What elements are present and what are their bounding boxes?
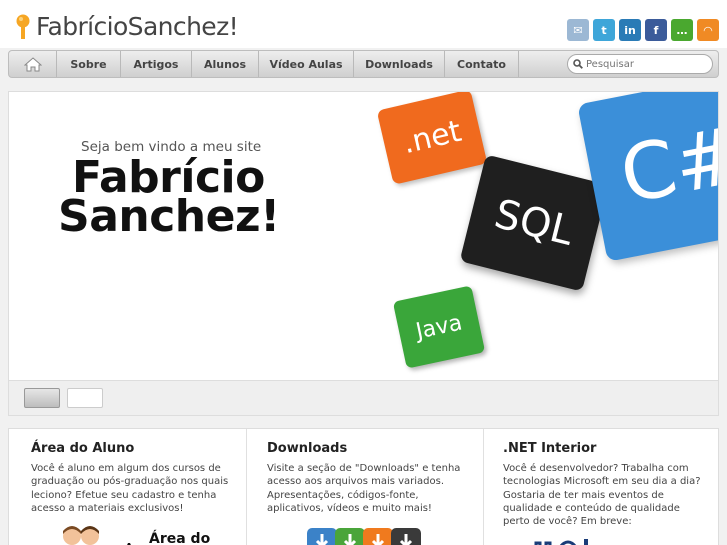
nav-item-downloads[interactable]: Downloads bbox=[354, 51, 445, 77]
site-logo[interactable]: FabrícioSanchez! bbox=[16, 12, 239, 41]
rss-icon[interactable]: ◠ bbox=[697, 19, 719, 41]
card-area-aluno[interactable]: Área do Aluno Você é aluno em algum dos … bbox=[9, 429, 246, 545]
home-icon bbox=[23, 56, 42, 71]
twitter-icon[interactable]: t bbox=[593, 19, 615, 41]
dotnet-tile: .net bbox=[376, 92, 488, 185]
hero-name-last: Sanchez! bbox=[58, 191, 280, 242]
nav-item-contato[interactable]: Contato bbox=[445, 51, 519, 77]
card-title: .NET Interior bbox=[503, 441, 597, 456]
area-aluno-caption: Área do bbox=[149, 531, 211, 545]
facebook-icon[interactable]: f bbox=[645, 19, 667, 41]
slide-dot-2[interactable] bbox=[67, 388, 103, 408]
card-text: Você é aluno em algum dos cursos de grad… bbox=[31, 463, 229, 514]
java-tile: Java bbox=[392, 285, 486, 369]
nav-item-video-aulas[interactable]: Vídeo Aulas bbox=[259, 51, 354, 77]
area-aluno-graphic-icon bbox=[127, 543, 131, 545]
download-tiles-icon bbox=[307, 528, 421, 545]
social-links: ✉ t in f… ◠ bbox=[567, 19, 719, 41]
nav-item-sobre[interactable]: Sobre bbox=[57, 51, 121, 77]
net-interior-logo-icon bbox=[534, 539, 588, 545]
email-icon[interactable]: ✉ bbox=[567, 19, 589, 41]
card-text: Você é desenvolvedor? Trabalha com tecno… bbox=[503, 463, 701, 528]
nav-item-alunos[interactable]: Alunos bbox=[192, 51, 259, 77]
hero-banner: Seja bem vindo a meu site Fabrício Sanch… bbox=[8, 91, 719, 416]
chat-icon[interactable]: … bbox=[671, 19, 693, 41]
csharp-tile: C# bbox=[577, 92, 718, 262]
main-nav: Sobre Artigos Alunos Vídeo Aulas Downloa… bbox=[8, 50, 719, 78]
card-title: Downloads bbox=[267, 441, 348, 456]
card-title: Área do Aluno bbox=[31, 441, 135, 456]
search-icon[interactable] bbox=[573, 59, 583, 69]
site-title: FabrícioSanchez! bbox=[36, 12, 239, 41]
header: FabrícioSanchez! ✉ t in f… ◠ bbox=[0, 0, 727, 48]
slider-controls bbox=[9, 380, 718, 415]
card-net-interior[interactable]: .NET Interior Você é desenvolvedor? Trab… bbox=[484, 429, 720, 545]
nav-item-artigos[interactable]: Artigos bbox=[121, 51, 192, 77]
students-icon bbox=[63, 526, 99, 545]
card-downloads[interactable]: Downloads Visite a seção de "Downloads" … bbox=[247, 429, 483, 545]
lightbulb-icon bbox=[16, 14, 30, 39]
feature-cards: Área do Aluno Você é aluno em algum dos … bbox=[8, 428, 719, 545]
search-input[interactable] bbox=[586, 58, 706, 70]
sql-tile: SQL bbox=[459, 154, 609, 292]
linkedin-icon[interactable]: in bbox=[619, 19, 641, 41]
slide-dot-1[interactable] bbox=[24, 388, 60, 408]
card-text: Visite a seção de "Downloads" e tenha ac… bbox=[267, 463, 461, 514]
search-box bbox=[567, 54, 713, 74]
home-button[interactable] bbox=[9, 51, 57, 77]
